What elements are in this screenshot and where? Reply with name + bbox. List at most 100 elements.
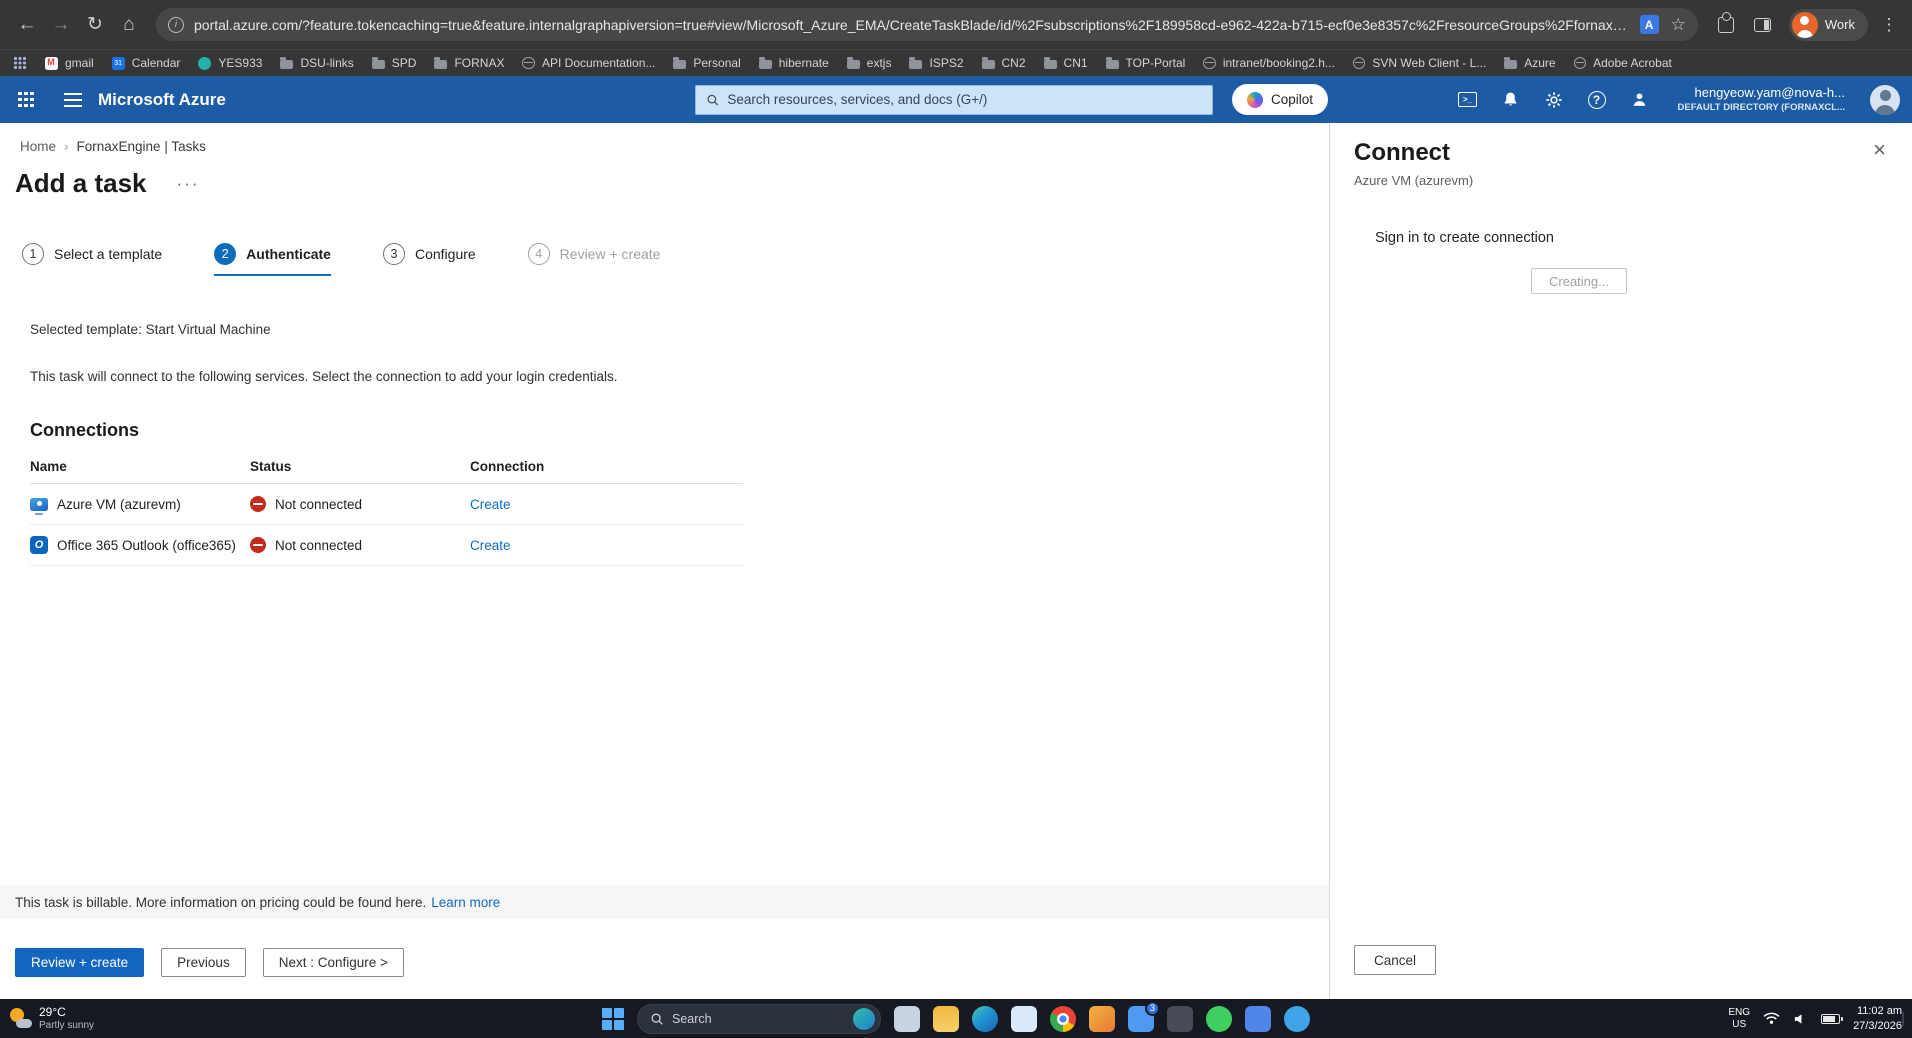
notification-badge: 3 [1144,1000,1160,1016]
mail-icon[interactable] [1011,1005,1037,1032]
previous-button[interactable]: Previous [161,948,246,977]
weather-widget[interactable]: 29°C Partly sunny [0,1005,94,1031]
onenote-icon[interactable] [1167,1005,1193,1032]
azure-brand[interactable]: Microsoft Azure [98,90,226,110]
volume-icon[interactable] [1793,1013,1808,1025]
people-icon[interactable] [1284,1005,1310,1032]
clock[interactable]: 11:02 am 27/3/2026 [1853,1004,1902,1033]
not-connected-icon [250,537,266,553]
start-button[interactable] [602,1007,624,1030]
home-button[interactable] [112,8,146,42]
bookmarks-bar: gmail Calendar YES933 DSU-links SPD FORN… [0,49,1912,76]
help-icon[interactable] [1586,89,1608,111]
bookmark-item[interactable]: Azure [1495,50,1564,76]
wifi-icon[interactable] [1763,1012,1780,1025]
bookmark-item[interactable]: Calendar [103,50,190,76]
azure-search[interactable] [695,84,1213,115]
learn-more-link[interactable]: Learn more [431,895,500,910]
photos-icon[interactable] [1089,1005,1115,1032]
back-button[interactable] [10,8,44,42]
notifications-bell-icon[interactable] [1500,89,1522,111]
bookmark-icon [198,56,212,70]
feedback-icon[interactable] [1629,89,1651,111]
taskbar-search[interactable]: Search [637,1003,881,1034]
next-configure-button[interactable]: Next : Configure > [262,948,404,977]
wizard-step[interactable]: 1 Select a template [22,243,162,276]
review-create-button[interactable]: Review + create [15,948,145,977]
breadcrumb-current[interactable]: FornaxEngine | Tasks [77,139,206,154]
bookmark-item[interactable]: hibernate [750,50,838,76]
bookmark-item[interactable]: ISPS2 [900,50,972,76]
bookmark-item[interactable]: Adobe Acrobat [1565,50,1681,76]
notepad-icon[interactable] [1245,1005,1271,1032]
azure-search-input[interactable] [727,92,1202,107]
account-info[interactable]: hengyeow.yam@nova-h... DEFAULT DIRECTORY… [1678,85,1845,113]
extensions-icon[interactable] [1717,11,1734,33]
bookmark-item[interactable]: SVN Web Client - L... [1344,50,1495,76]
connection-status: Not connected [275,537,363,553]
weather-icon [8,1006,32,1030]
address-bar[interactable]: portal.azure.com/?feature.tokencaching=t… [156,8,1698,41]
file-explorer-icon[interactable] [933,1005,959,1032]
translate-icon[interactable] [1639,15,1659,34]
table-row: Azure VM (azurevm) Not connected Create [30,484,743,525]
breadcrumb-home[interactable]: Home [20,139,56,154]
bookmark-item[interactable]: API Documentation... [513,50,664,76]
create-connection-link[interactable]: Create [470,497,511,512]
bookmark-item[interactable]: FORNAX [425,50,513,76]
connection-app-icon [30,536,48,554]
azure-header: Microsoft Azure Copilot hengyeow.yam@nov… [0,76,1912,123]
wizard-step[interactable]: 3 Configure [382,243,476,276]
bookmark-item[interactable]: YES933 [189,50,271,76]
refresh-button[interactable] [78,8,112,42]
bookmark-item[interactable]: extjs [838,50,901,76]
close-icon[interactable] [1873,139,1886,161]
cloud-shell-icon[interactable] [1457,89,1479,111]
task-view-icon[interactable] [894,1005,920,1032]
table-header: Name Status Connection [30,459,743,484]
user-avatar[interactable] [1870,84,1900,115]
table-body: Azure VM (azurevm) Not connected Create [30,484,743,566]
browser-menu-icon[interactable] [1876,15,1902,35]
split-screen-icon[interactable] [1753,17,1771,32]
more-options-button[interactable] [177,174,200,194]
edge-icon[interactable] [972,1005,998,1032]
weather-temp: 29°C [39,1005,66,1020]
language-indicator[interactable]: ENG US [1728,1007,1750,1030]
bing-image-icon [853,1007,875,1030]
create-connection-link[interactable]: Create [470,538,511,553]
connections-heading: Connections [30,420,140,440]
chrome-icon[interactable] [1050,1005,1076,1032]
page-title: Add a task [15,168,147,198]
settings-gear-icon[interactable] [1543,89,1565,111]
bookmark-item[interactable]: TOP-Portal [1097,50,1195,76]
cancel-button[interactable]: Cancel [1354,945,1437,975]
bookmark-icon [1573,56,1587,70]
wizard-step[interactable]: 2 Authenticate [214,243,331,276]
wizard-step[interactable]: 4 Review + create [527,243,660,276]
date: 27/3/2026 [1853,1019,1902,1032]
bookmark-item[interactable]: CN1 [1035,50,1097,76]
battery-icon[interactable] [1821,1013,1843,1024]
favorite-star-icon[interactable] [1671,15,1686,35]
browser-profile-button[interactable]: Work [1788,8,1868,41]
waffle-menu-icon[interactable] [18,91,34,108]
bookmark-item[interactable]: DSU-links [271,50,362,76]
bookmark-icon [673,57,687,69]
bookmark-item[interactable]: CN2 [973,50,1035,76]
site-info-icon[interactable] [168,16,184,33]
teams-chat-icon[interactable]: 3 [1128,1000,1160,1032]
whatsapp-icon[interactable] [1206,1005,1232,1032]
bookmark-item[interactable]: SPD [363,50,426,76]
apps-grid-icon[interactable] [14,57,26,69]
table-row: Office 365 Outlook (office365) Not conne… [30,525,743,566]
bookmark-item[interactable]: gmail [36,50,103,76]
url-text[interactable]: portal.azure.com/?feature.tokencaching=t… [194,17,1630,33]
bookmark-item[interactable]: intranet/booking2.h... [1194,50,1344,76]
hamburger-menu-icon[interactable] [64,92,82,107]
billing-notice: This task is billable. More information … [0,885,1329,919]
copilot-button[interactable]: Copilot [1232,84,1329,115]
bookmark-item[interactable]: Personal [664,50,749,76]
forward-button[interactable] [44,8,78,42]
bookmark-icon [1203,56,1216,70]
